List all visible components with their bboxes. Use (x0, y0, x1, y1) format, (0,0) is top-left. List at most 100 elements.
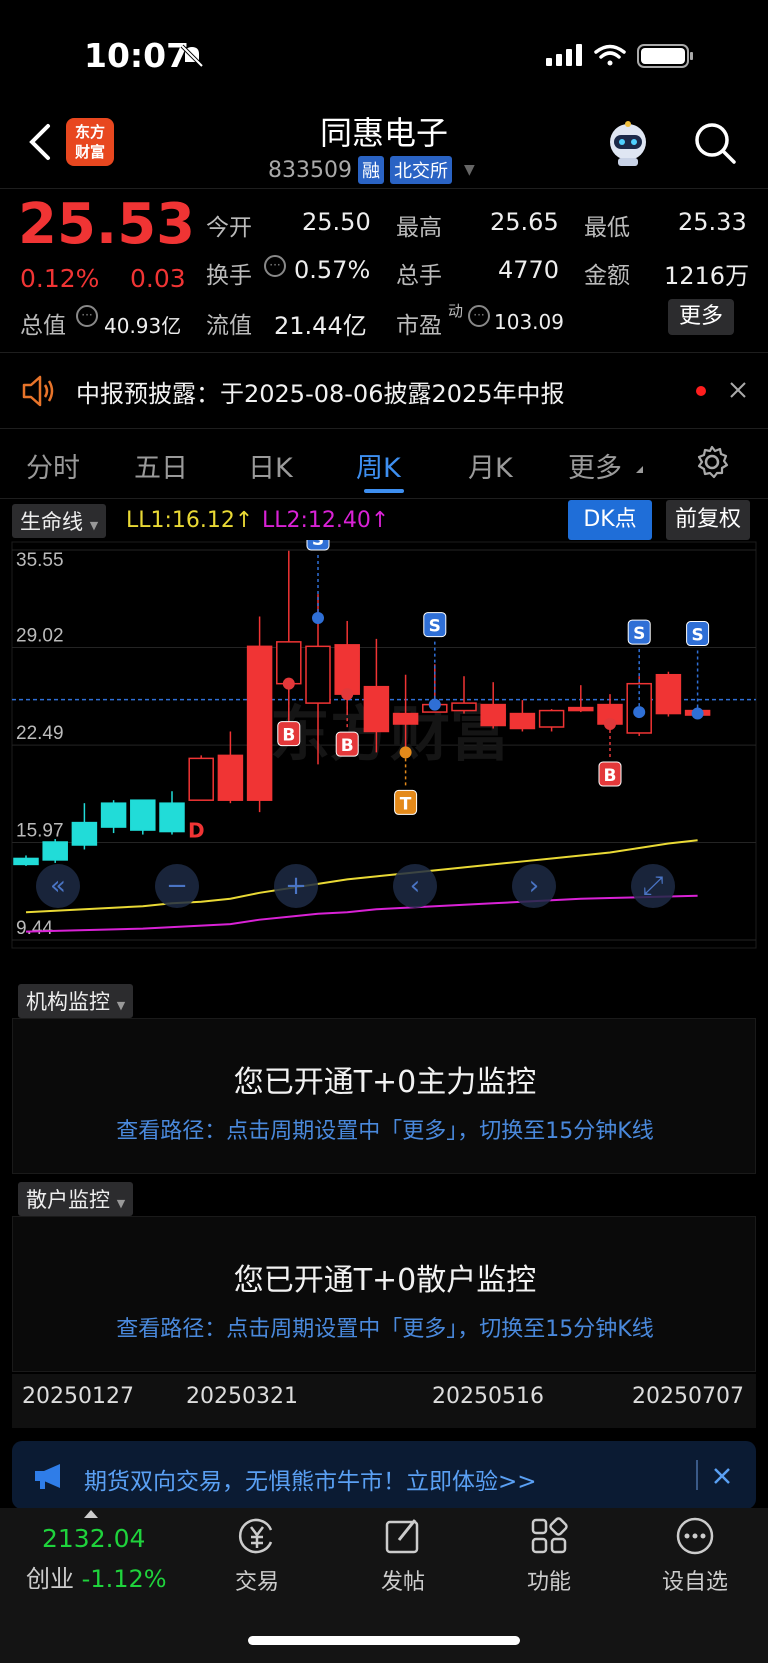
tab-daily-k[interactable]: 日K (248, 446, 293, 485)
float-label: 流值 (206, 313, 252, 339)
megaphone-icon (32, 1462, 68, 1494)
signal-label: B (341, 736, 354, 756)
candle-body (480, 703, 506, 727)
institution-monitor-selector[interactable]: 机构监控 ▼ (18, 984, 134, 1018)
nav-trade[interactable]: 交易 (202, 1516, 312, 1596)
tab-intraday[interactable]: 分时 (26, 446, 80, 485)
mktcap-label: 总值 (20, 313, 66, 339)
candle-body (188, 757, 214, 801)
amount-value: 1216万 (664, 262, 750, 290)
candle-body (71, 821, 98, 846)
d-marker: D (188, 819, 205, 843)
candle-body (159, 802, 185, 833)
search-icon[interactable] (692, 120, 738, 170)
info-icon[interactable]: ··· (468, 305, 490, 327)
y-tick-label: 9.44 (16, 918, 53, 939)
nav-watchlist[interactable]: 设自选 (640, 1516, 750, 1596)
low-value: 25.33 (678, 208, 747, 236)
nav-functions[interactable]: 功能 (494, 1516, 604, 1596)
more-quote-button[interactable]: 更多 (668, 299, 734, 335)
candle-body (392, 712, 419, 725)
divider (0, 498, 768, 499)
turnover-value: 0.57% (294, 256, 371, 284)
amount-label: 金额 (584, 263, 630, 289)
pe-label: 市盈 (396, 313, 442, 339)
chart-control-icon: ‹ (410, 871, 420, 901)
settings-gear-icon[interactable] (694, 444, 730, 484)
robot-assistant-icon[interactable] (602, 118, 654, 174)
divider (0, 352, 768, 353)
active-tab-indicator (364, 489, 404, 493)
pe-superscript: 动 (448, 302, 464, 320)
pe-value: 103.09 (494, 310, 564, 334)
candle-body (246, 645, 273, 801)
triangle-icon (636, 466, 643, 473)
wifi-icon (594, 44, 626, 66)
candle-body (276, 641, 302, 685)
tab-monthly-k[interactable]: 月K (468, 446, 513, 485)
candle-body (130, 799, 156, 831)
tab-weekly-k[interactable]: 周K (356, 446, 401, 485)
candle-body (538, 709, 565, 728)
dk-point-button[interactable]: DK点 (568, 500, 652, 540)
open-label: 今开 (206, 215, 252, 241)
up-arrow-icon (84, 1510, 98, 1518)
date-tick: 20250321 (186, 1384, 298, 1409)
info-icon[interactable]: ··· (264, 255, 286, 277)
adjust-button[interactable]: 前复权 (666, 500, 750, 540)
chart-control-icon: ⤢ (643, 871, 664, 901)
speaker-icon (20, 374, 56, 412)
candle-body (655, 673, 682, 715)
monitor-hint[interactable]: 查看路径：点击周期设置中「更多」，切换至15分钟K线 (13, 1311, 757, 1343)
y-tick-label: 29.02 (16, 626, 64, 647)
caret-down-icon: ▼ (89, 519, 99, 532)
volume-label: 总手 (396, 263, 442, 289)
signal-label: S (633, 624, 645, 644)
chart-control-icon: − (166, 871, 188, 901)
exchange-tag: 北交所 (389, 156, 452, 184)
battery-icon (637, 44, 693, 68)
trade-yuan-icon (237, 1516, 277, 1556)
candle-body (509, 712, 536, 730)
change-percent: 0.12% (20, 264, 100, 293)
last-price: 25.53 (18, 192, 196, 257)
float-value: 21.44亿 (274, 312, 367, 340)
signal-label: S (429, 617, 441, 637)
candle-body (334, 644, 360, 695)
signal-label: B (282, 726, 295, 746)
retail-monitor-selector[interactable]: 散户监控 ▼ (18, 1182, 134, 1216)
candle-body (363, 685, 390, 733)
retail-monitor-panel: 您已开通T+0散户监控 查看路径：点击周期设置中「更多」，切换至15分钟K线 (12, 1216, 756, 1372)
banner-text[interactable]: 期货双向交易，无惧熊市牛市！立即体验>> (84, 1462, 537, 1496)
chart-control-icon: + (285, 871, 307, 901)
caret-down-icon: ▼ (116, 1197, 126, 1210)
high-value: 25.65 (490, 208, 559, 236)
divider (0, 428, 768, 429)
kline-chart[interactable]: 35.5529.0222.4915.979.44东方财富BSBTSBSSD«−+… (0, 540, 768, 976)
index-name: 创业 (26, 1565, 74, 1593)
index-widget[interactable]: 2132.04 创业 -1.12% (26, 1510, 196, 1620)
tab-five-day[interactable]: 五日 (134, 446, 188, 485)
nav-post[interactable]: 发帖 (348, 1516, 458, 1596)
candle-body (568, 706, 594, 712)
home-indicator (248, 1636, 520, 1645)
info-icon[interactable]: ··· (76, 305, 98, 327)
candle-body (217, 754, 244, 801)
index-change: -1.12% (81, 1565, 167, 1593)
margin-tag: 融 (357, 156, 384, 184)
turnover-label: 换手 (206, 263, 252, 289)
close-icon[interactable] (712, 1466, 732, 1490)
ll1-legend: LL1:16.12↑ (126, 508, 254, 533)
monitor-title: 您已开通T+0散户监控 (233, 1263, 537, 1298)
watchlist-dots-icon (675, 1516, 715, 1556)
date-tick: 20250516 (432, 1384, 544, 1409)
monitor-hint[interactable]: 查看路径：点击周期设置中「更多」，切换至15分钟K线 (13, 1113, 757, 1145)
grid-functions-icon (529, 1516, 569, 1556)
notice-text[interactable]: 中报预披露：于2025-08-06披露2025年中报 (76, 374, 565, 409)
chart-control-icon: « (50, 871, 66, 901)
signal-icon (546, 44, 582, 66)
indicator-selector[interactable]: 生命线 ▼ (12, 504, 107, 538)
tab-more[interactable]: 更多 (568, 446, 622, 485)
close-icon[interactable] (728, 380, 748, 404)
open-value: 25.50 (302, 208, 371, 236)
